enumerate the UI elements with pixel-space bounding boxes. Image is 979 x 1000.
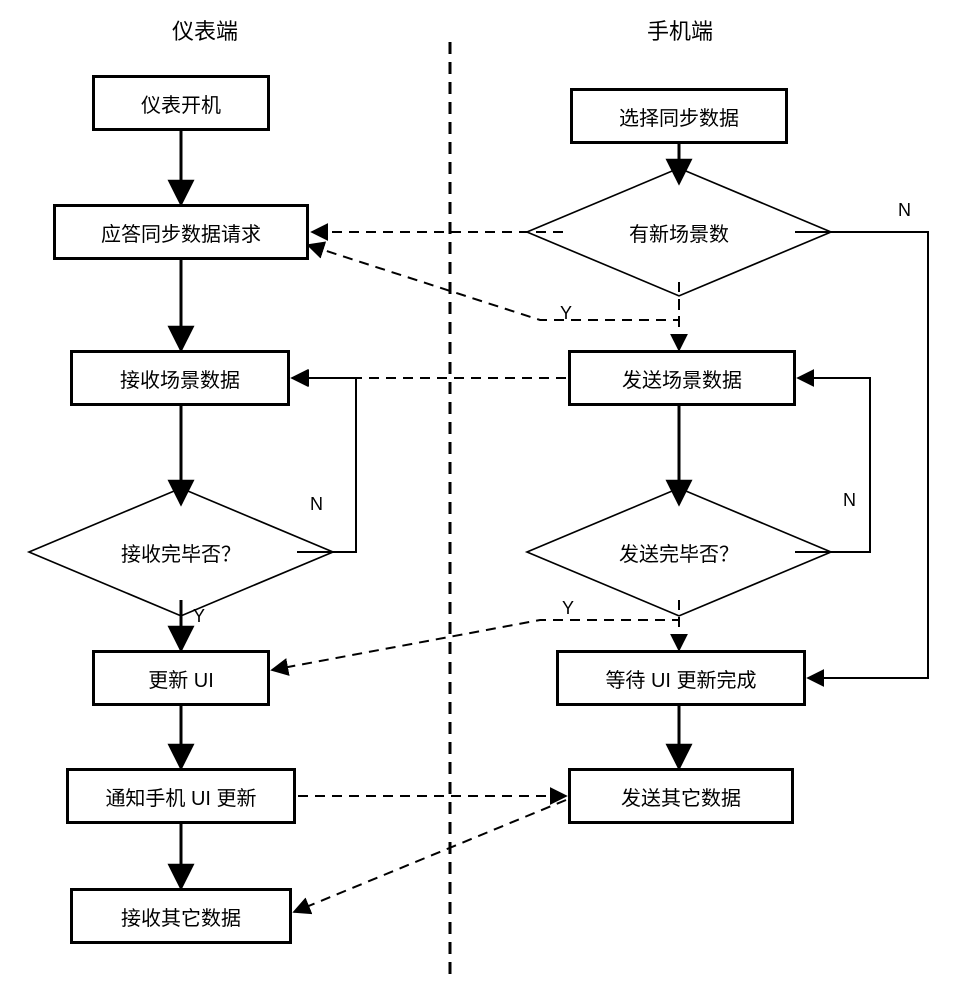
label-right-d2-no: N [843, 490, 856, 511]
header-right: 手机端 [610, 14, 750, 46]
left-box-respond-sync: 应答同步数据请求 [53, 204, 309, 260]
right-box-wait-ui: 等待 UI 更新完成 [556, 650, 806, 706]
label-right-d2-yes: Y [562, 598, 574, 619]
left-box-receive-other: 接收其它数据 [70, 888, 292, 944]
right-box-send-scene: 发送场景数据 [568, 350, 796, 406]
label-right-d1-yes: Y [560, 303, 572, 324]
left-box-start: 仪表开机 [92, 75, 270, 131]
label-right-d1-no: N [898, 200, 911, 221]
left-box-update-ui: 更新 UI [92, 650, 270, 706]
label-left-d1-no: N [310, 494, 323, 515]
right-diamond-new-scene: 有新场景数 [570, 123, 788, 341]
label-left-d1-yes: Y [193, 606, 205, 627]
right-diamond-new-scene-label: 有新场景数 [570, 123, 788, 341]
left-box-receive-scene: 接收场景数据 [70, 350, 290, 406]
left-diamond-receive-done: 接收完毕否？ [72, 443, 290, 661]
right-diamond-send-done-label: 发送完毕否？ [570, 443, 788, 661]
left-diamond-receive-done-label: 接收完毕否？ [72, 443, 290, 661]
right-box-send-other: 发送其它数据 [568, 768, 794, 824]
left-box-notify-phone: 通知手机 UI 更新 [66, 768, 296, 824]
header-left: 仪表端 [135, 14, 275, 46]
right-diamond-send-done: 发送完毕否？ [570, 443, 788, 661]
